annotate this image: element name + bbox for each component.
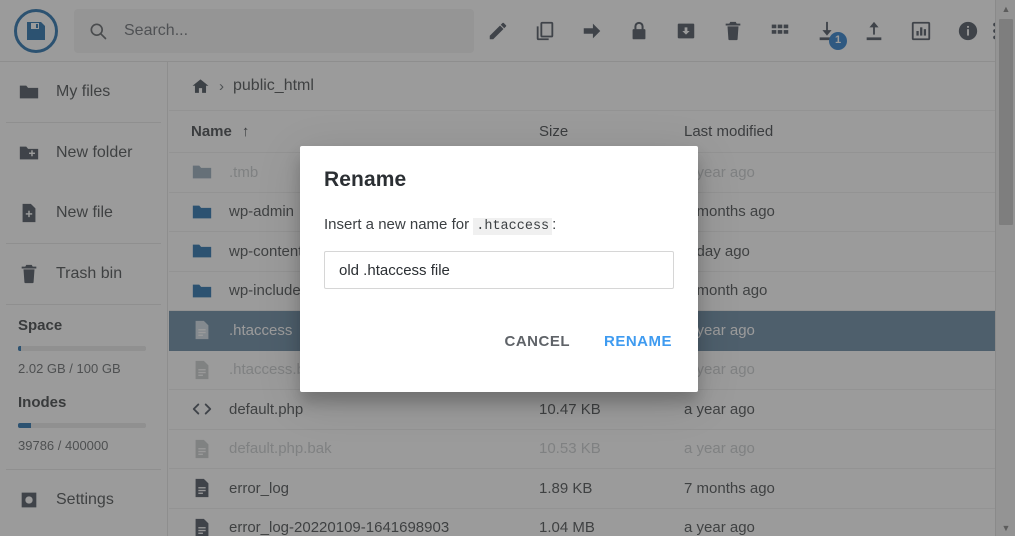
rename-button[interactable]: RENAME — [600, 327, 676, 356]
dialog-message-suffix: : — [552, 216, 557, 233]
dialog-target-filename: .htaccess — [473, 218, 553, 235]
dialog-actions: CANCEL RENAME — [500, 327, 676, 356]
cancel-button[interactable]: CANCEL — [500, 327, 574, 356]
rename-dialog: Rename Insert a new name for .htaccess: … — [300, 146, 698, 392]
file-manager-app: 1 — [0, 0, 1015, 536]
dialog-message: Insert a new name for .htaccess: — [324, 216, 674, 235]
dialog-message-prefix: Insert a new name for — [324, 216, 470, 233]
dialog-title: Rename — [324, 168, 407, 191]
rename-input[interactable] — [324, 251, 674, 289]
